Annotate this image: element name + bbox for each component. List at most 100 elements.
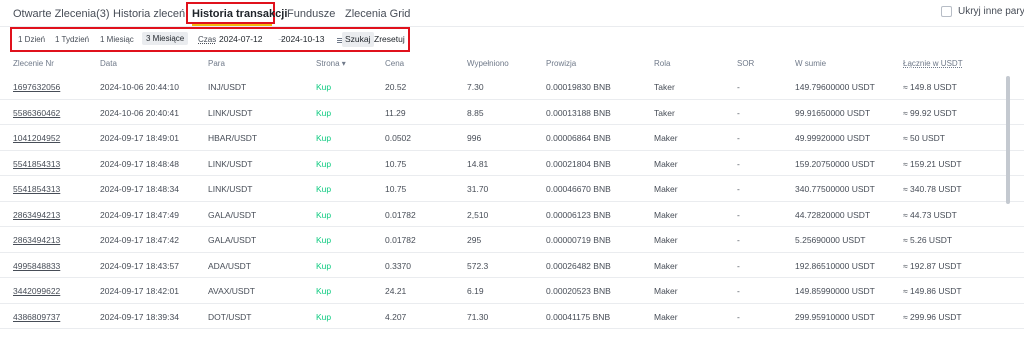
cell-date: 2024-09-17 18:39:34 xyxy=(100,311,179,322)
period-3-months-button[interactable]: 3 Miesiące xyxy=(142,32,189,45)
cell-fee: 0.00013188 BNB xyxy=(546,107,611,118)
order-id-link[interactable]: 2863494213 xyxy=(13,210,60,220)
cell-total: 299.95910000 USDT xyxy=(795,311,875,322)
order-id-link[interactable]: 1697632056 xyxy=(13,82,60,92)
order-id-link[interactable]: 5541854313 xyxy=(13,184,60,194)
cell-sor: - xyxy=(737,133,740,143)
cell-sor: - xyxy=(737,184,740,194)
cell-sor: - xyxy=(737,107,740,118)
table-header: Zlecenie Nr Data Para Strona ▾ Cena Wype… xyxy=(0,55,1024,73)
cell-price: 10.75 xyxy=(385,158,407,169)
tab-grid-orders[interactable]: Zlecenia Grid xyxy=(345,8,410,20)
cell-total: 192.86510000 USDT xyxy=(795,260,875,271)
cell-date: 2024-10-06 20:44:10 xyxy=(100,82,179,92)
cell-side: Kup xyxy=(316,184,332,194)
cell-side: Kup xyxy=(316,286,332,296)
table-row: 5586360462 2024-10-06 20:40:41 LINK/USDT… xyxy=(0,100,1024,125)
cell-total-usdt: ≈ 5.26 USDT xyxy=(903,235,953,245)
cell-total-usdt: ≈ 340.78 USDT xyxy=(903,184,962,194)
cell-role: Maker xyxy=(654,133,678,143)
cell-side: Kup xyxy=(316,82,332,92)
cell-pair: LINK/USDT xyxy=(208,107,253,118)
cell-total: 49.99920000 USDT xyxy=(795,133,871,143)
cell-role: Maker xyxy=(654,158,678,169)
column-price: Cena xyxy=(385,59,405,68)
cell-total: 99.91650000 USDT xyxy=(795,107,871,118)
cell-fee: 0.00020523 BNB xyxy=(546,286,611,296)
period-1-month-button[interactable]: 1 Miesiąc xyxy=(100,35,134,44)
cell-side: Kup xyxy=(316,107,332,118)
order-id-link[interactable]: 5541854313 xyxy=(13,159,60,169)
tab-funds[interactable]: Fundusze xyxy=(287,8,335,20)
hide-other-pairs-toggle[interactable]: Ukryj inne pary xyxy=(941,6,1024,17)
table-row: 5541854313 2024-09-17 18:48:48 LINK/USDT… xyxy=(0,151,1024,176)
cell-fee: 0.00006864 BNB xyxy=(546,133,611,143)
cell-filled: 14.81 xyxy=(467,158,489,169)
filter-bar: 1 Dzień 1 Tydzień 1 Miesiąc 3 Miesiące C… xyxy=(10,27,410,52)
cell-price: 4.207 xyxy=(385,311,407,322)
cell-side: Kup xyxy=(316,311,332,322)
cell-price: 24.21 xyxy=(385,286,407,296)
column-sor: SOR xyxy=(737,59,755,68)
cell-total: 5.25690000 USDT xyxy=(795,235,866,245)
cell-role: Maker xyxy=(654,286,678,296)
cell-role: Maker xyxy=(654,209,678,220)
table-row: 5541854313 2024-09-17 18:48:34 LINK/USDT… xyxy=(0,176,1024,202)
order-id-link[interactable]: 3442099622 xyxy=(13,286,60,296)
cell-pair: GALA/USDT xyxy=(208,235,257,245)
cell-total-usdt: ≈ 192.87 USDT xyxy=(903,260,962,271)
cell-sor: - xyxy=(737,158,740,169)
cell-fee: 0.00019830 BNB xyxy=(546,82,611,92)
cell-sor: - xyxy=(737,209,740,220)
search-button[interactable]: Szukaj xyxy=(342,32,374,47)
tab-open-orders[interactable]: Otwarte Zlecenia(3) xyxy=(13,8,110,20)
tab-order-history[interactable]: Historia zleceń xyxy=(113,8,185,20)
order-id-link[interactable]: 4386809737 xyxy=(13,312,60,322)
cell-pair: LINK/USDT xyxy=(208,184,253,194)
cell-price: 10.75 xyxy=(385,184,407,194)
column-total-usdt: Łącznie w USDT xyxy=(903,59,963,68)
cell-sor: - xyxy=(737,235,740,245)
period-1-day-button[interactable]: 1 Dzień xyxy=(18,35,45,44)
cell-price: 0.01782 xyxy=(385,209,416,220)
cell-date: 2024-10-06 20:40:41 xyxy=(100,107,179,118)
order-id-link[interactable]: 5586360462 xyxy=(13,108,60,118)
table-row: 4995848833 2024-09-17 18:43:57 ADA/USDT … xyxy=(0,253,1024,278)
cell-total-usdt: ≈ 99.92 USDT xyxy=(903,107,957,118)
hide-other-pairs-checkbox[interactable] xyxy=(941,6,952,17)
table-scrollbar[interactable] xyxy=(1006,76,1010,204)
column-order-no: Zlecenie Nr xyxy=(13,59,54,68)
date-from-input[interactable]: 2024-07-12 xyxy=(219,34,262,44)
order-id-link[interactable]: 1041204952 xyxy=(13,133,60,143)
table-row: 1041204952 2024-09-17 18:49:01 HBAR/USDT… xyxy=(0,125,1024,151)
cell-date: 2024-09-17 18:42:01 xyxy=(100,286,179,296)
cell-date: 2024-09-17 18:48:48 xyxy=(100,158,179,169)
cell-fee: 0.00041175 BNB xyxy=(546,311,611,322)
cell-filled: 6.19 xyxy=(467,286,484,296)
cell-pair: INJ/USDT xyxy=(208,82,247,92)
cell-total-usdt: ≈ 159.21 USDT xyxy=(903,158,962,169)
cell-side: Kup xyxy=(316,260,332,271)
cell-date: 2024-09-17 18:49:01 xyxy=(100,133,179,143)
cell-role: Taker xyxy=(654,82,675,92)
cell-total: 44.72820000 USDT xyxy=(795,209,871,220)
tab-trade-history[interactable]: Historia transakcji xyxy=(192,8,287,20)
cell-pair: AVAX/USDT xyxy=(208,286,255,296)
cell-total-usdt: ≈ 299.96 USDT xyxy=(903,311,962,322)
order-id-link[interactable]: 2863494213 xyxy=(13,235,60,245)
order-id-link[interactable]: 4995848833 xyxy=(13,261,60,271)
cell-filled: 572.3 xyxy=(467,260,489,271)
reset-button[interactable]: Zresetuj xyxy=(374,34,405,44)
cell-filled: 996 xyxy=(467,133,482,143)
cell-sor: - xyxy=(737,311,740,322)
period-1-week-button[interactable]: 1 Tydzień xyxy=(55,35,89,44)
cell-role: Maker xyxy=(654,235,678,245)
column-date: Data xyxy=(100,59,117,68)
column-filled: Wypełniono xyxy=(467,59,509,68)
column-side-filter[interactable]: Strona ▾ xyxy=(316,59,346,68)
cell-role: Maker xyxy=(654,260,678,271)
cell-side: Kup xyxy=(316,158,332,169)
cell-pair: HBAR/USDT xyxy=(208,133,258,143)
cell-total: 149.79600000 USDT xyxy=(795,82,875,92)
date-to-input[interactable]: 2024-10-13 xyxy=(281,34,324,44)
